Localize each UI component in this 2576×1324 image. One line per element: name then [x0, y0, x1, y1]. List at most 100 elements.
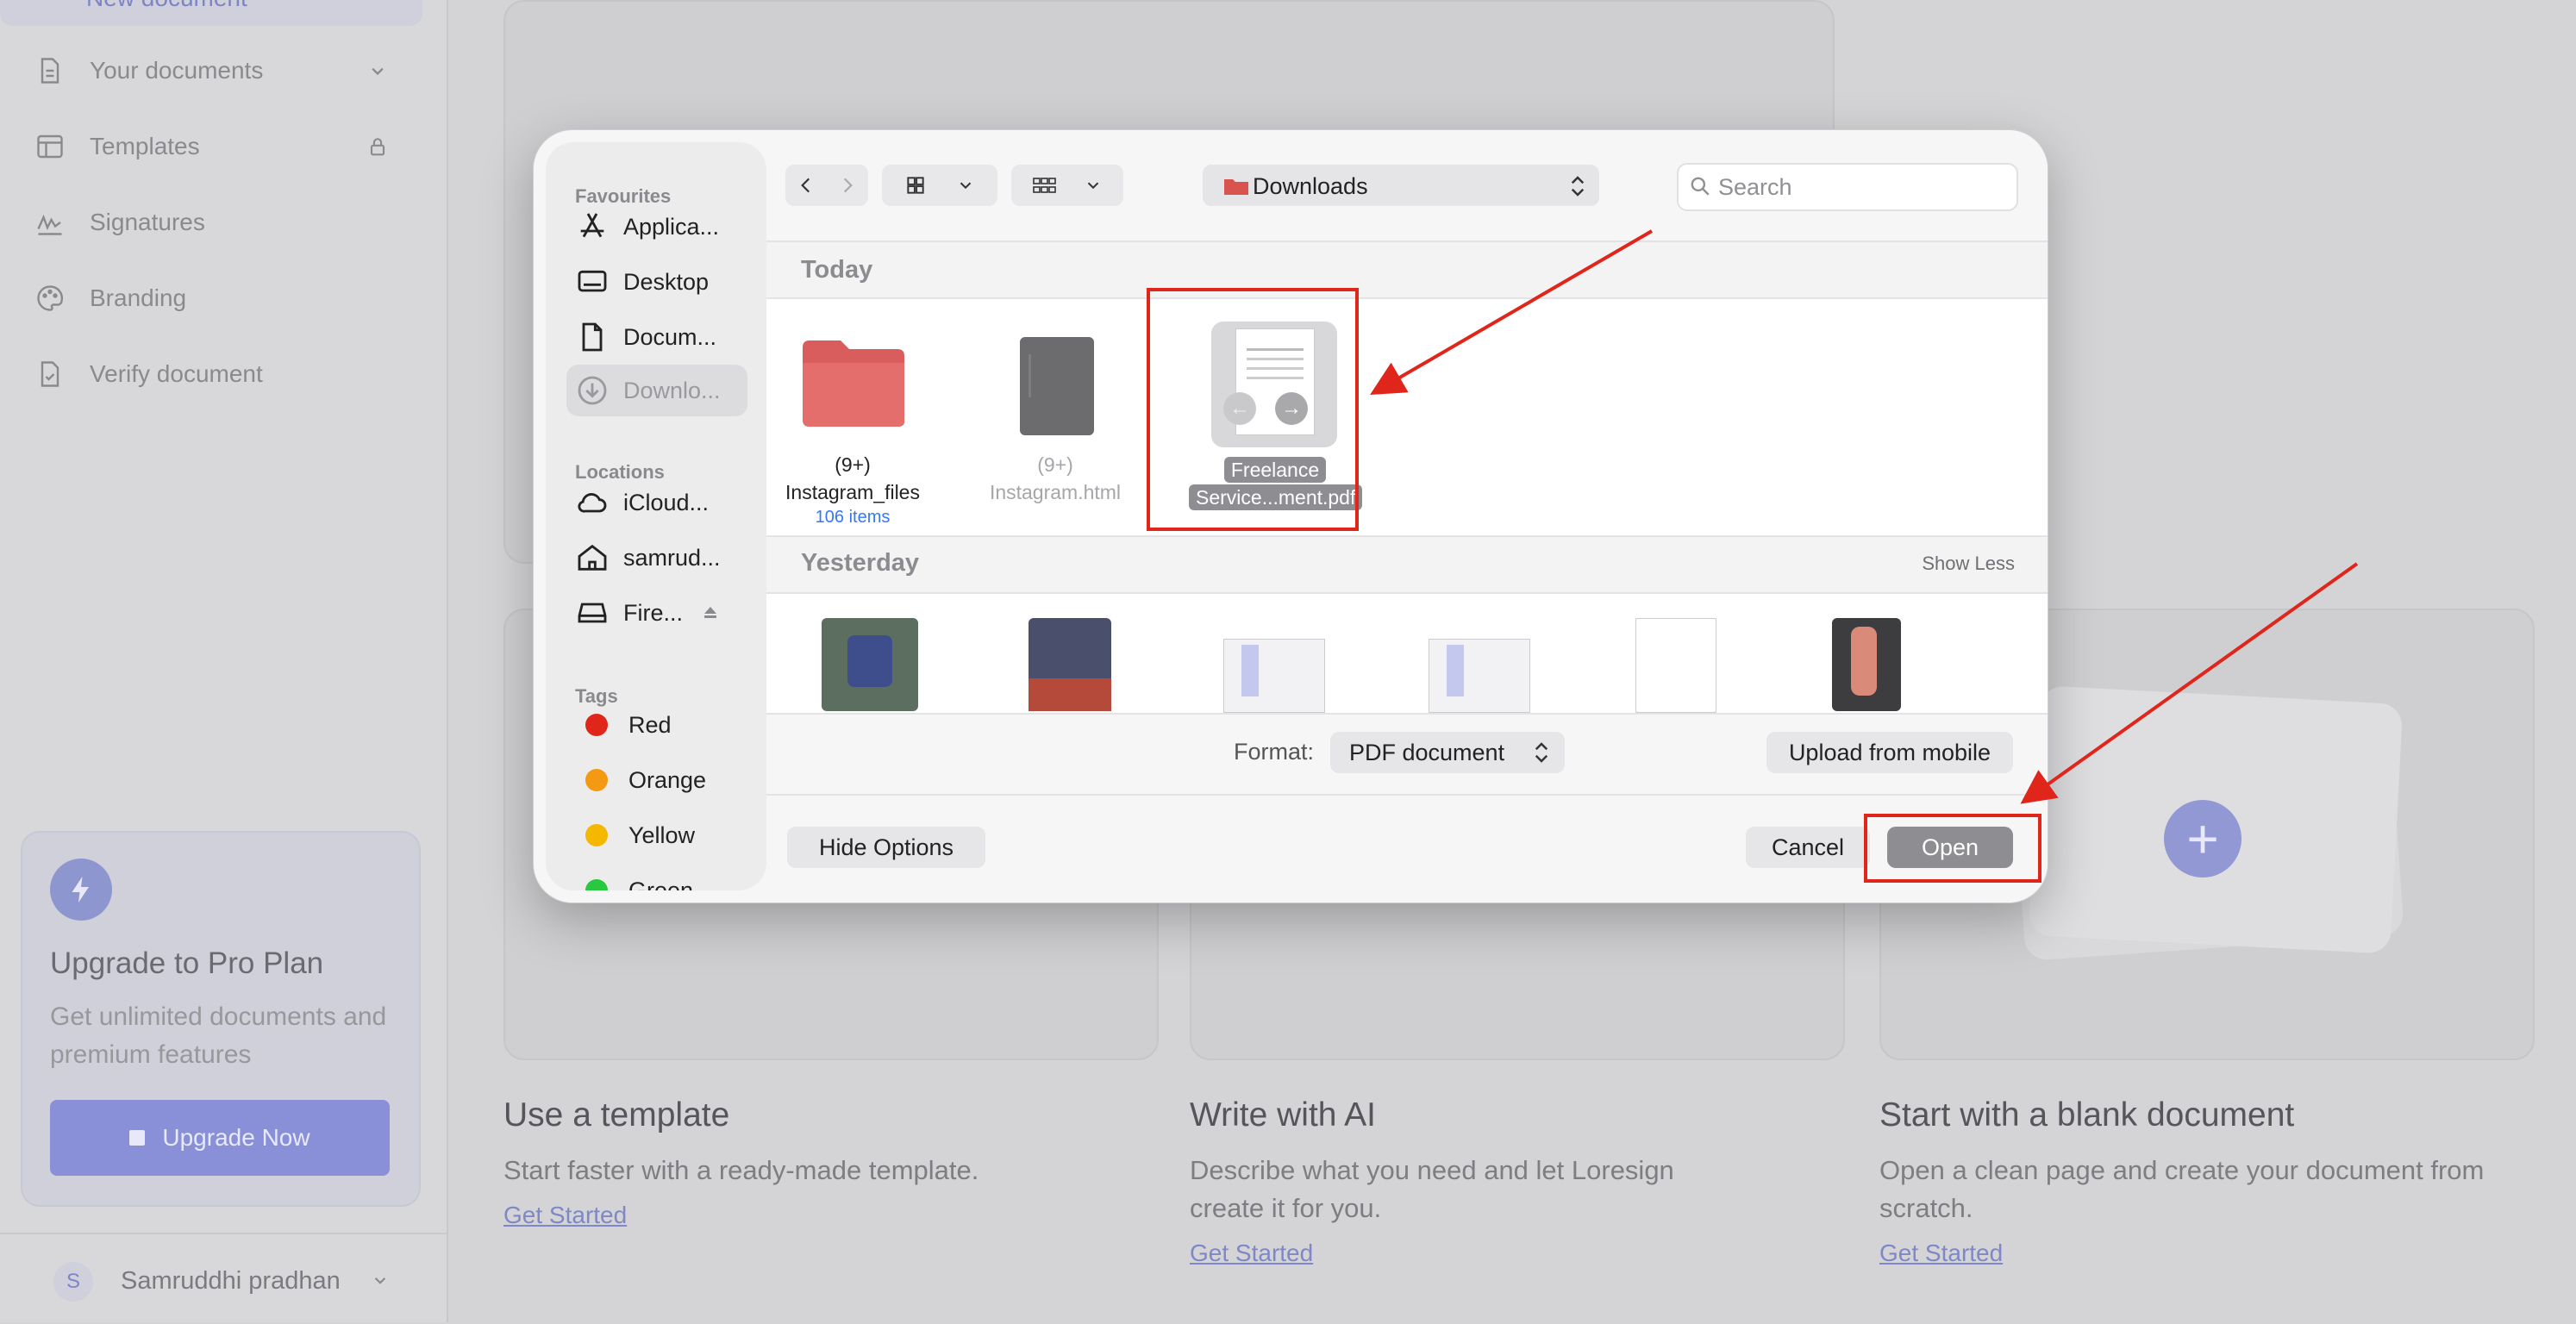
file-browser: Today (9+) Instagram_files 106 items (9+… [766, 242, 2048, 713]
chevron-down-icon [960, 182, 972, 190]
tag-color-icon [585, 879, 608, 890]
format-value: PDF document [1349, 739, 1505, 765]
section-title: Start with a blank document [1879, 1096, 2295, 1134]
tag-color-icon [585, 714, 608, 736]
image-thumbnail[interactable] [822, 618, 918, 711]
chevron-down-icon [1087, 182, 1099, 190]
sidebar-item-downloads[interactable]: Downlo... [566, 365, 747, 416]
group-label: Yesterday [801, 549, 920, 577]
sidebar-item-label: Fire... [623, 599, 684, 626]
file-count-prefix: (9+) [835, 453, 871, 476]
user-name: Samruddhi pradhan [121, 1267, 341, 1295]
file-count-prefix: (9+) [1037, 453, 1073, 476]
sidebar-item-drive[interactable]: Fire... [575, 587, 756, 639]
html-file-thumbnail [1020, 337, 1094, 435]
grid-view-icon [907, 177, 924, 194]
chevron-down-icon [372, 67, 384, 76]
spreadsheet-thumbnail[interactable] [1429, 639, 1530, 713]
tag-yellow[interactable]: Yellow [575, 809, 756, 861]
sidebar-item-label: Signatures [90, 209, 205, 235]
sidebar-item-icloud[interactable]: iCloud... [575, 477, 756, 528]
plus-icon[interactable]: + [2164, 800, 2241, 877]
file-name: Instagram_files [785, 481, 920, 503]
file-item-instagram-html[interactable]: (9+) Instagram.html [982, 315, 1121, 530]
upgrade-icon [129, 1130, 146, 1146]
section-title: Write with AI [1190, 1096, 1377, 1134]
signature-icon [37, 214, 62, 235]
tag-color-icon [585, 824, 608, 846]
template-icon [37, 134, 63, 159]
upload-from-mobile-button[interactable]: Upload from mobile [1766, 732, 2013, 773]
tag-label: Orange [628, 766, 707, 793]
eject-icon[interactable] [700, 603, 721, 623]
section-description: Open a clean page and create your docume… [1879, 1155, 2485, 1223]
group-header-yesterday [766, 535, 2048, 594]
sidebar-item-label: Applica... [623, 213, 720, 240]
lock-icon [370, 138, 385, 156]
sidebar-item-applications[interactable]: Applica... [575, 201, 756, 253]
up-down-chevron-icon [1571, 176, 1585, 197]
sidebar-item-label: Verify document [90, 360, 263, 387]
sidebar-item-your-documents[interactable]: Your documents [34, 43, 414, 98]
section-description: Start faster with a ready-made template. [503, 1155, 979, 1185]
hide-options-button[interactable]: Hide Options [787, 827, 985, 868]
arrange-button[interactable] [1011, 165, 1123, 206]
sidebar-item-label: Branding [90, 284, 187, 311]
download-icon [578, 376, 607, 405]
document-icon [41, 58, 59, 84]
get-started-link[interactable]: Get Started [1879, 1240, 2003, 1267]
tag-label: Green [628, 877, 694, 891]
sidebar-item-home[interactable]: samrud... [575, 532, 756, 584]
sidebar-item-signatures[interactable]: Signatures [34, 195, 414, 250]
format-select[interactable]: PDF document [1330, 732, 1565, 773]
show-less-button[interactable]: Show Less [1922, 553, 2015, 575]
verify-document-icon [41, 361, 59, 387]
up-down-chevron-icon [1535, 742, 1548, 763]
sidebar-item-label: samrud... [623, 544, 721, 571]
palette-icon [37, 285, 64, 311]
tag-color-icon [585, 769, 608, 791]
document-thumbnail[interactable] [1635, 618, 1716, 713]
annotation-highlight-selected-file [1147, 288, 1359, 531]
applications-icon [580, 213, 604, 238]
new-document-label: New document [86, 0, 247, 12]
sidebar-item-verify-document[interactable]: Verify document [34, 347, 414, 402]
tag-label: Red [628, 711, 672, 738]
back-forward-group [785, 165, 868, 206]
tag-orange[interactable]: Orange [575, 754, 756, 806]
search-icon [1691, 177, 1710, 196]
sidebar-item-desktop[interactable]: Desktop [575, 256, 756, 308]
group-header-today [766, 242, 2048, 299]
upgrade-title: Upgrade to Pro Plan [50, 946, 324, 980]
document-icon [582, 322, 603, 352]
dialog-sidebar: Favourites Applica... Desktop Docum... D… [546, 142, 766, 890]
cancel-button[interactable]: Cancel [1746, 827, 1870, 868]
view-mode-button[interactable] [882, 165, 997, 206]
avatar: S [53, 1262, 93, 1302]
image-thumbnail[interactable] [1029, 618, 1111, 711]
image-thumbnail[interactable] [1832, 618, 1901, 711]
tag-label: Yellow [628, 821, 696, 848]
sidebar-item-branding[interactable]: Branding [34, 271, 414, 326]
format-label: Format: [1234, 739, 1315, 765]
cloud-icon [578, 493, 607, 513]
spreadsheet-thumbnail[interactable] [1223, 639, 1325, 713]
group-label: Today [801, 256, 873, 284]
get-started-link[interactable]: Get Started [1190, 1240, 1313, 1267]
tag-red[interactable]: Red [575, 699, 756, 751]
drive-icon [578, 603, 607, 623]
sidebar-item-documents[interactable]: Docum... [575, 311, 756, 363]
get-started-link[interactable]: Get Started [503, 1202, 627, 1229]
file-item-instagram-files[interactable]: (9+) Instagram_files 106 items [784, 315, 922, 530]
chevron-down-icon[interactable] [369, 1269, 391, 1291]
location-label: Downloads [1253, 173, 1368, 199]
tag-green[interactable]: Green [575, 865, 756, 890]
sidebar-item-templates[interactable]: Templates [34, 119, 414, 174]
item-count: 106 items [815, 508, 891, 527]
bolt-icon [50, 859, 112, 921]
upgrade-now-button[interactable]: Upgrade Now [50, 1100, 390, 1176]
back-icon[interactable] [795, 174, 817, 197]
forward-icon[interactable] [836, 174, 859, 197]
section-description: Describe what you need and let Loresign … [1190, 1155, 1674, 1223]
upgrade-description: Get unlimited documents and premium feat… [50, 1002, 387, 1069]
